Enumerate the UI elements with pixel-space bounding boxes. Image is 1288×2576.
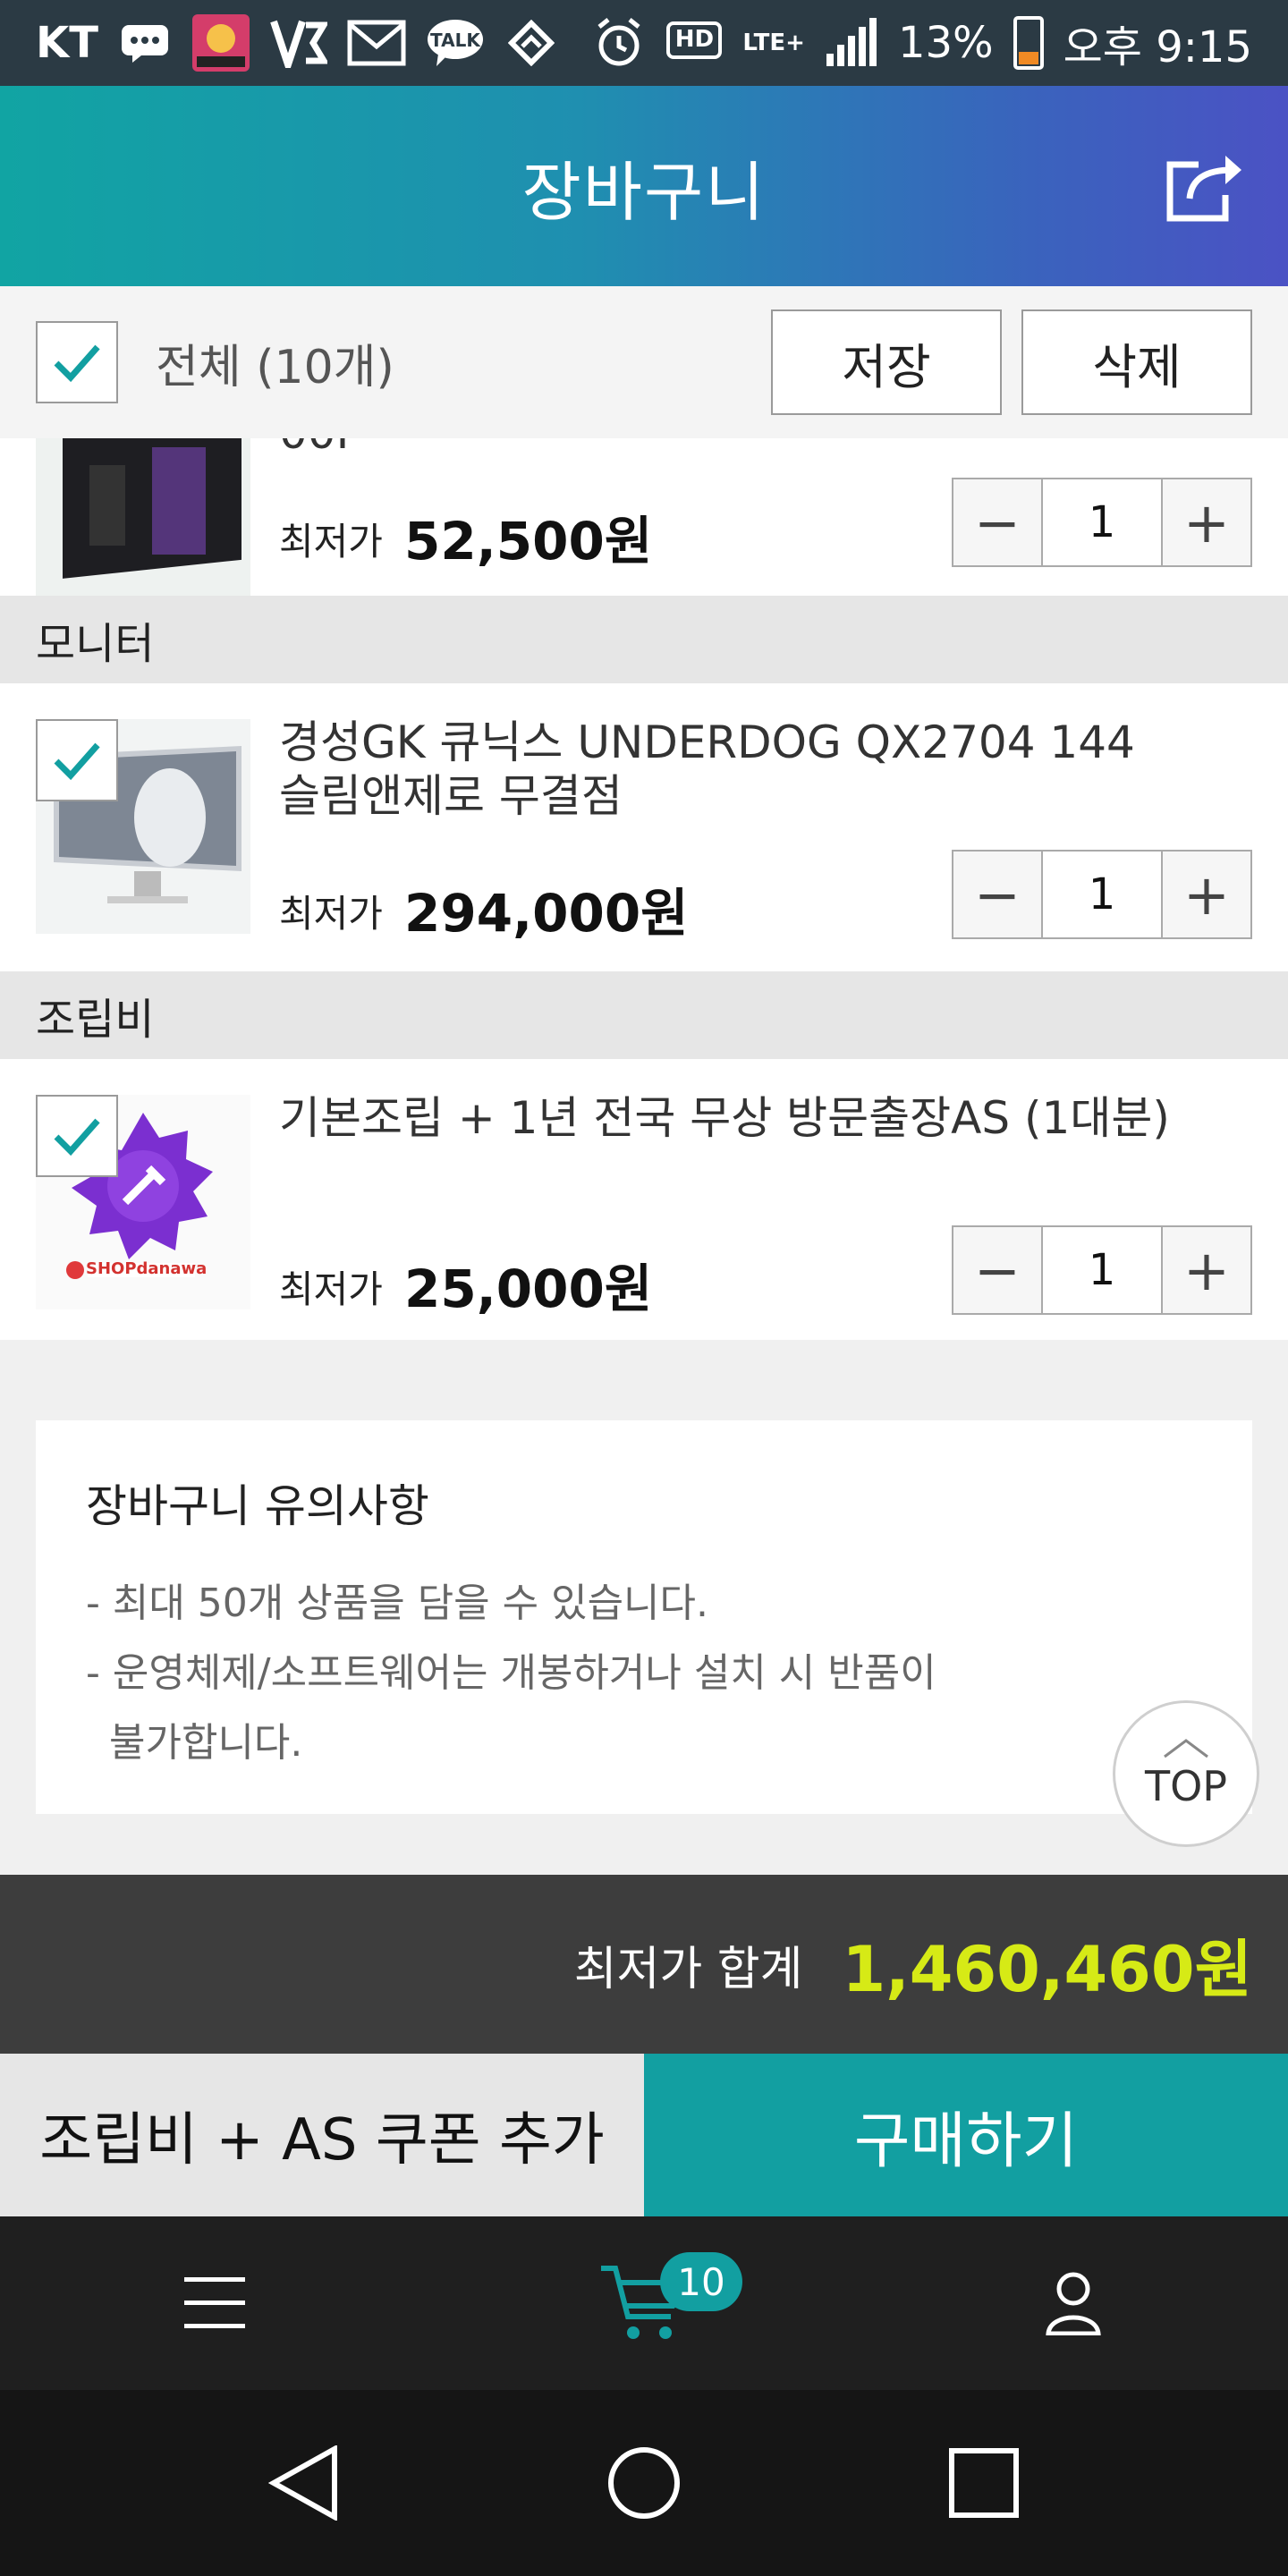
scroll-top-button[interactable]: TOP	[1113, 1700, 1259, 1847]
product-price: 294,000원	[404, 883, 689, 944]
price-label: 최저가	[279, 892, 383, 936]
quantity-value[interactable]: 1	[1041, 852, 1163, 937]
quantity-stepper: − 1 +	[952, 1225, 1252, 1315]
check-icon	[54, 1118, 100, 1157]
page-title: 장바구니	[521, 154, 767, 230]
notice-title: 장바구니 유의사항	[86, 1480, 429, 1532]
notice-line: - 운영체제/소프트웨어는 개봉하거나 설치 시 반품이	[86, 1650, 936, 1696]
talk-icon: TALK	[426, 16, 485, 70]
product-name-line2: 슬림앤제로 무결점	[279, 770, 623, 822]
quantity-value[interactable]: 1	[1041, 479, 1163, 565]
battery-icon	[1013, 16, 1044, 70]
cart-item: SHOPdanawa 기본조립 + 1년 전국 무상 방문출장AS (1대분) …	[0, 1059, 1288, 1340]
menu-icon[interactable]	[161, 2216, 268, 2390]
chevron-up-icon	[1164, 1739, 1208, 1758]
share-icon[interactable]	[1163, 148, 1243, 224]
check-icon	[54, 742, 100, 781]
product-name[interactable]: 00I	[279, 438, 1191, 460]
hd-icon: HD	[665, 16, 723, 70]
product-price: 52,500원	[404, 511, 653, 572]
shop-brand-label: SHOPdanawa	[86, 1259, 208, 1278]
increase-button[interactable]: +	[1163, 852, 1250, 937]
product-name[interactable]: 경성GK 큐닉스 UNDERDOG QX2704 144 슬림앤제로 무결점	[279, 716, 1191, 823]
cart-list[interactable]: 00I 최저가 52,500원 − 1 + 모니터 경성GK 큐닉스 UNDER…	[0, 438, 1288, 1875]
select-all-label: 전체 (10개)	[156, 340, 394, 394]
select-bar: 전체 (10개) 저장 삭제	[0, 286, 1288, 438]
clock: 오후 9:15	[1063, 22, 1252, 72]
item-checkbox[interactable]	[36, 1095, 118, 1177]
system-nav-bar	[0, 2390, 1288, 2576]
quantity-stepper: − 1 +	[952, 478, 1252, 567]
product-name[interactable]: 기본조립 + 1년 전국 무상 방문출장AS (1대분)	[279, 1091, 1191, 1145]
battery-percent: 13%	[897, 18, 994, 68]
decrease-button[interactable]: −	[953, 852, 1041, 937]
price-label: 최저가	[279, 520, 383, 564]
action-bar: 조립비 + AS 쿠폰 추가 구매하기	[0, 2054, 1288, 2216]
gmail-icon	[347, 16, 406, 70]
increase-button[interactable]: +	[1163, 479, 1250, 565]
total-bar: 최저가 합계 1,460,460원	[0, 1875, 1288, 2054]
total-value: 1,460,460원	[842, 1932, 1252, 2006]
product-name-line1: 경성GK 큐닉스 UNDERDOG QX2704 144	[279, 716, 1135, 768]
total-label: 최저가 합계	[573, 1942, 803, 1996]
carrier-label: KT	[36, 18, 98, 68]
check-icon	[54, 344, 100, 383]
decrease-button[interactable]: −	[953, 1227, 1041, 1313]
alarm-icon	[592, 16, 646, 70]
hd-label: HD	[674, 26, 715, 53]
notice-line: - 최대 50개 상품을 담을 수 있습니다.	[86, 1580, 709, 1626]
talk-label: TALK	[430, 30, 480, 51]
increase-button[interactable]: +	[1163, 1227, 1250, 1313]
app-header: 장바구니	[0, 86, 1288, 286]
signal-icon	[825, 16, 878, 70]
item-checkbox[interactable]	[36, 719, 118, 801]
category-header: 모니터	[0, 596, 1288, 683]
decrease-button[interactable]: −	[953, 479, 1041, 565]
delete-button[interactable]: 삭제	[1021, 309, 1252, 415]
buy-button[interactable]: 구매하기	[644, 2054, 1288, 2216]
status-bar: KT TALK HD LTE+ 13% 오후 9:15	[0, 0, 1288, 86]
select-all-checkbox[interactable]	[36, 321, 118, 403]
cart-item: 00I 최저가 52,500원 − 1 +	[0, 438, 1288, 596]
add-coupon-button[interactable]: 조립비 + AS 쿠폰 추가	[0, 2054, 644, 2216]
save-button[interactable]: 저장	[771, 309, 1002, 415]
product-image	[36, 438, 250, 596]
category-header: 조립비	[0, 971, 1288, 1059]
back-icon[interactable]	[259, 2390, 349, 2576]
cart-notice: 장바구니 유의사항 - 최대 50개 상품을 담을 수 있습니다. - 운영체제…	[36, 1420, 1252, 1814]
game-app-icon	[191, 14, 250, 72]
message-icon	[118, 16, 172, 70]
v3-icon	[270, 16, 327, 70]
cart-count-badge: 10	[660, 2252, 742, 2311]
price-label: 최저가	[279, 1267, 383, 1311]
user-icon[interactable]	[1020, 2216, 1127, 2390]
network-label: LTE+	[742, 30, 805, 56]
nav-app-icon	[504, 16, 558, 70]
scroll-top-label: TOP	[1144, 1762, 1228, 1810]
product-price: 25,000원	[404, 1258, 653, 1319]
recents-icon[interactable]	[939, 2390, 1029, 2576]
home-icon[interactable]	[599, 2390, 689, 2576]
app-bottom-nav	[0, 2216, 1288, 2390]
quantity-stepper: − 1 +	[952, 850, 1252, 939]
quantity-value[interactable]: 1	[1041, 1227, 1163, 1313]
notice-line: 불가합니다.	[109, 1720, 303, 1766]
cart-item: 경성GK 큐닉스 UNDERDOG QX2704 144 슬림앤제로 무결점 최…	[0, 683, 1288, 971]
